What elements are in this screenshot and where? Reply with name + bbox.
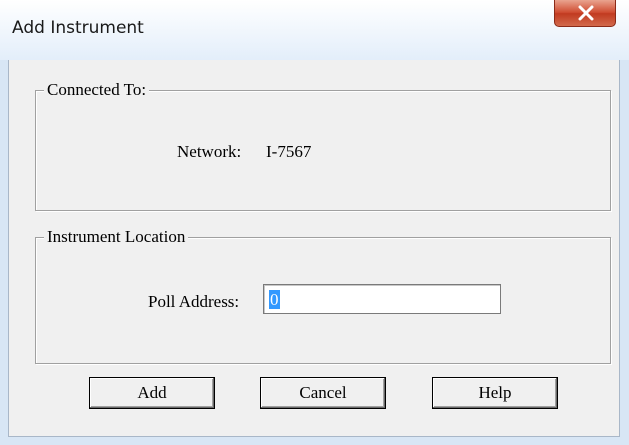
network-label: Network:	[177, 142, 242, 161]
close-icon	[578, 5, 594, 21]
close-button[interactable]	[554, 0, 616, 27]
cancel-button[interactable]: Cancel	[260, 377, 386, 409]
add-instrument-dialog: Add Instrument Connected To: Network: I-…	[0, 0, 629, 445]
poll-address-label: Poll Address:	[148, 292, 240, 311]
network-value: I-7567	[266, 142, 312, 161]
add-button[interactable]: Add	[89, 377, 215, 409]
help-button[interactable]: Help	[432, 377, 558, 409]
window-title: Add Instrument	[12, 18, 144, 38]
instrument-location-legend: Instrument Location	[44, 227, 189, 247]
title-bar[interactable]: Add Instrument	[0, 0, 629, 60]
connected-to-legend: Connected To:	[44, 80, 150, 100]
poll-address-selected-text: 0	[269, 290, 280, 309]
poll-address-input[interactable]: 0	[263, 284, 501, 314]
connected-to-group: Connected To:	[35, 80, 611, 211]
